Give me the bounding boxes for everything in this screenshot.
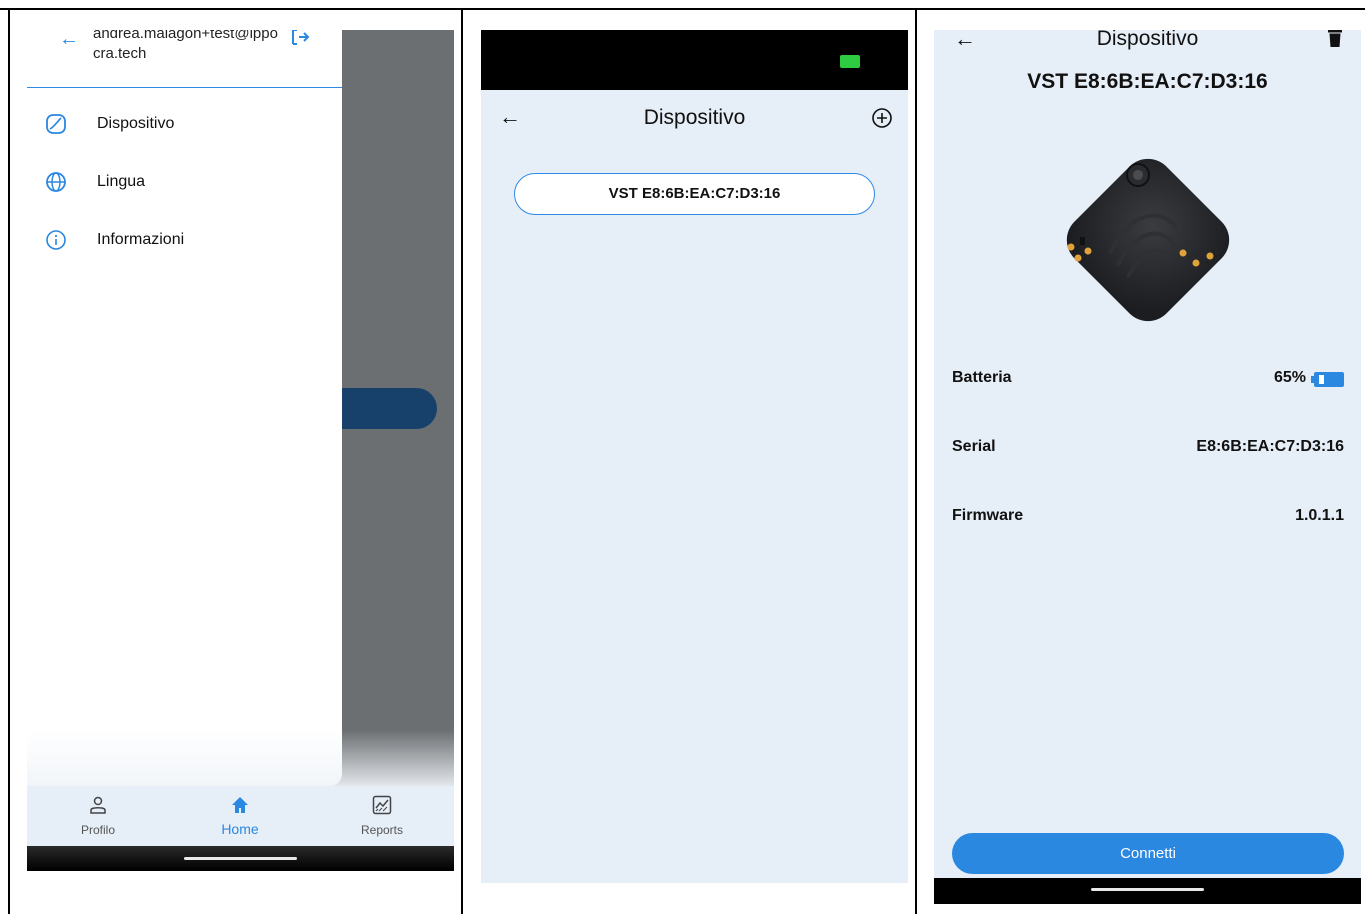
nav-item-label: Profilo: [80, 823, 115, 837]
device-image: [1048, 135, 1248, 345]
home-icon: [230, 795, 250, 815]
nav-item-reports[interactable]: Reports: [311, 786, 453, 846]
nav-item-label: Home: [221, 821, 259, 837]
gesture-handle[interactable]: [1091, 888, 1204, 891]
page-title: Dispositivo: [1096, 30, 1199, 50]
logout-icon[interactable]: [289, 30, 311, 53]
serial-row: Serial E8:6B:EA:C7:D3:16: [952, 438, 1344, 462]
page-title: Dispositivo: [643, 106, 746, 129]
device-icon: [45, 113, 67, 135]
trash-icon[interactable]: [1327, 30, 1343, 53]
person-icon: [88, 795, 108, 815]
battery-icon: [1311, 372, 1344, 387]
frame-divider-2: [915, 8, 917, 914]
serial-label: Serial: [952, 438, 996, 455]
battery-value: 65%: [1273, 369, 1306, 386]
serial-value: E8:6B:EA:C7:D3:16: [1196, 438, 1344, 455]
user-email: andrea.malagon+test@ippocra.tech: [93, 30, 278, 62]
battery-status-icon: [840, 55, 860, 68]
drawer-item-label: Lingua: [97, 173, 146, 190]
chart-icon: [372, 795, 392, 815]
bottom-navigation: Profilo Home Reports: [27, 786, 454, 846]
device-list-item[interactable]: VST E8:6B:EA:C7:D3:16: [514, 173, 875, 215]
firmware-row: Firmware 1.0.1.1: [952, 507, 1344, 531]
add-device-icon[interactable]: [871, 107, 893, 134]
drawer-item-label: Informazioni: [97, 231, 185, 248]
screen-device-detail: ← Dispositivo VST E8:6B:EA:C7:D3:16 Batt…: [934, 30, 1361, 904]
nav-item-label: Reports: [360, 823, 404, 837]
drawer-item-informazioni[interactable]: Informazioni: [27, 221, 342, 261]
drawer-item-label: Dispositivo: [97, 115, 175, 132]
info-icon: [45, 229, 67, 251]
drawer-item-dispositivo[interactable]: Dispositivo: [27, 105, 342, 145]
frame-divider-1: [461, 8, 463, 914]
navigation-drawer: ← andrea.malagon+test@ippocra.tech Dispo…: [27, 30, 342, 786]
nav-item-profilo[interactable]: Profilo: [27, 786, 169, 846]
screen-device-list: ← Dispositivo VST E8:6B:EA:C7:D3:16: [481, 30, 908, 883]
frame-top-border: [0, 8, 1365, 10]
status-bar: [481, 30, 908, 90]
globe-icon: [45, 171, 67, 193]
device-name: VST E8:6B:EA:C7:D3:16: [1027, 70, 1268, 93]
connect-button[interactable]: Connetti: [952, 833, 1344, 874]
gesture-handle[interactable]: [184, 857, 297, 860]
battery-row: Batteria 65%: [952, 369, 1344, 393]
firmware-value: 1.0.1.1: [1295, 507, 1344, 524]
screen-drawer: ← andrea.malagon+test@ippocra.tech Dispo…: [27, 30, 454, 871]
drawer-header: ← andrea.malagon+test@ippocra.tech: [27, 30, 342, 88]
frame-left-border: [8, 8, 10, 914]
drawer-item-lingua[interactable]: Lingua: [27, 163, 342, 203]
system-gesture-bar: [27, 846, 454, 871]
drawer-fade: [27, 730, 454, 786]
nav-item-home[interactable]: Home: [169, 786, 311, 846]
system-gesture-bar: [934, 878, 1361, 904]
back-arrow-icon[interactable]: ←: [59, 30, 79, 51]
battery-label: Batteria: [952, 369, 1012, 386]
firmware-label: Firmware: [952, 507, 1024, 524]
